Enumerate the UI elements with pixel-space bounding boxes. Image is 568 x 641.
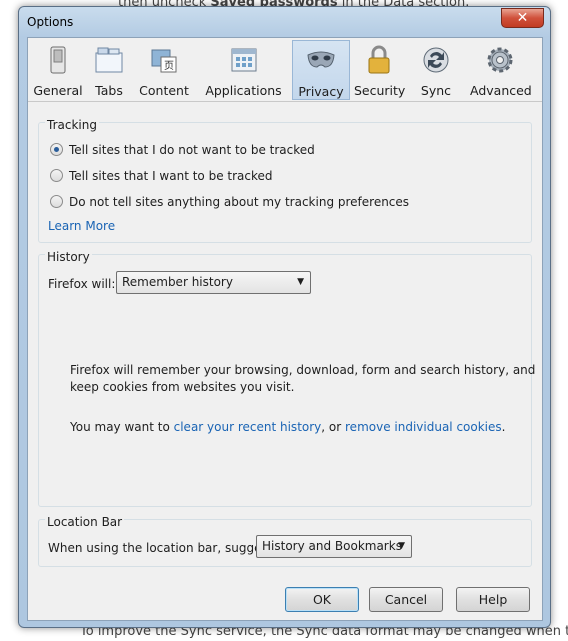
cancel-button[interactable]: Cancel [369, 587, 443, 612]
tracking-option-track[interactable]: Tell sites that I want to be tracked [50, 169, 273, 183]
learn-more-link[interactable]: Learn More [48, 219, 115, 233]
options-dialog: Options ✕ General Tabs 页 Content Applica… [18, 6, 551, 628]
chevron-down-icon: ▼ [398, 541, 405, 551]
radio-unselected[interactable] [50, 195, 63, 208]
sync-icon [423, 47, 449, 73]
history-description-line1: Firefox will remember your browsing, dow… [70, 363, 536, 377]
radio-unselected[interactable] [50, 169, 63, 182]
tab-security[interactable]: Security [354, 40, 405, 100]
tab-general[interactable]: General [33, 40, 83, 100]
firefox-will-label: Firefox will: [48, 277, 116, 291]
mask-icon [307, 51, 335, 68]
ok-button[interactable]: OK [285, 587, 359, 612]
chevron-down-icon: ▼ [297, 277, 304, 287]
remove-individual-cookies-link[interactable]: remove individual cookies [345, 420, 502, 434]
tab-tabs[interactable]: Tabs [86, 40, 132, 100]
location-suggest-label: When using the location bar, suggest: [48, 541, 277, 555]
svg-text:页: 页 [164, 60, 174, 72]
tab-privacy[interactable]: Privacy [292, 40, 350, 100]
tab-applications[interactable]: Applications [197, 40, 290, 100]
radio-selected[interactable] [50, 143, 63, 156]
tab-advanced[interactable]: Advanced [470, 40, 532, 100]
lock-icon [368, 45, 390, 74]
applications-icon [231, 48, 256, 72]
tab-content[interactable]: 页 Content [134, 40, 194, 100]
help-button[interactable]: Help [456, 587, 530, 612]
tracking-option-do-not-track[interactable]: Tell sites that I do not want to be trac… [50, 143, 315, 157]
tracking-option-no-preference[interactable]: Do not tell sites anything about my trac… [50, 195, 409, 209]
close-button[interactable]: ✕ [501, 8, 544, 28]
location-suggest-select[interactable]: History and Bookmarks ▼ [256, 535, 412, 558]
tab-sync[interactable]: Sync [416, 40, 456, 100]
tracking-caption: Tracking [45, 118, 99, 132]
history-mode-select[interactable]: Remember history ▼ [116, 271, 311, 294]
close-icon: ✕ [516, 10, 529, 26]
gear-icon [487, 47, 513, 73]
switch-icon [50, 46, 66, 74]
dialog-client-area: General Tabs 页 Content Applications Priv… [27, 37, 543, 621]
tabs-icon [95, 47, 123, 73]
history-caption: History [45, 250, 92, 264]
category-toolbar: General Tabs 页 Content Applications Priv… [28, 38, 542, 102]
history-description-line2: keep cookies from websites you visit. [70, 380, 295, 394]
window-title: Options [27, 15, 74, 29]
history-suggestion: You may want to clear your recent histor… [70, 420, 506, 434]
clear-recent-history-link[interactable]: clear your recent history [174, 420, 322, 434]
content-icon: 页 [151, 49, 177, 73]
location-bar-caption: Location Bar [45, 515, 125, 529]
